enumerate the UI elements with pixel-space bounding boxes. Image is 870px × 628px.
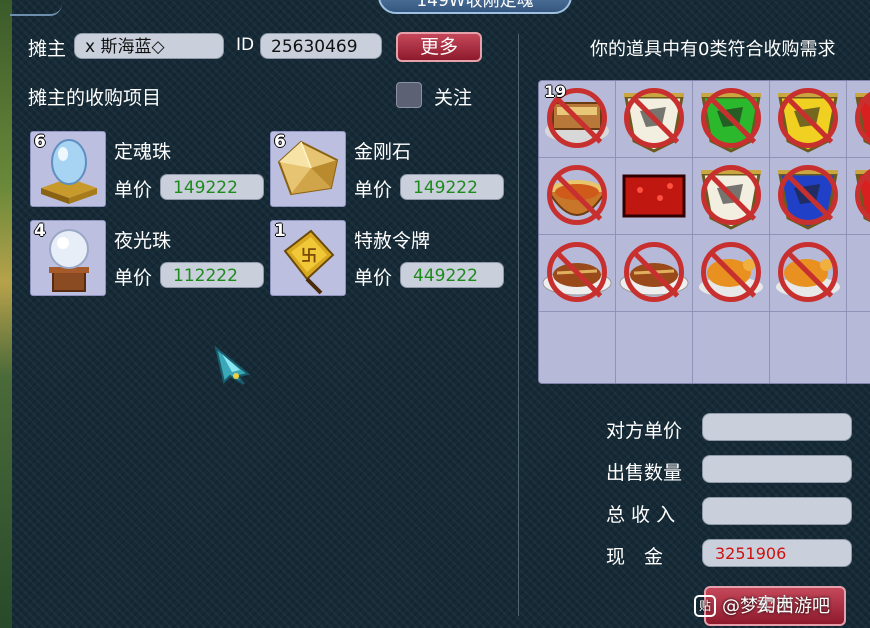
prohibited-icon: [547, 242, 607, 302]
inventory-cell[interactable]: [847, 158, 870, 235]
buy-item-icon-pardon-token[interactable]: 卐 1: [270, 220, 346, 296]
prohibited-icon: [547, 165, 607, 225]
sell-quantity-label: 出售数量: [606, 462, 683, 484]
unit-price-label: 单价: [354, 179, 393, 201]
seller-name-field: x 斯海蓝◇: [74, 33, 224, 59]
item-count: 19: [544, 82, 567, 101]
cash-field: 3251906: [702, 539, 852, 567]
unit-price-value: 449222: [400, 262, 504, 288]
inventory-cell[interactable]: [616, 158, 693, 235]
sell-quantity-field[interactable]: [702, 455, 852, 483]
buy-item-name: 夜光珠: [114, 230, 172, 252]
svg-text:卐: 卐: [301, 246, 317, 265]
inventory-cell[interactable]: [847, 312, 870, 383]
inventory-cell[interactable]: [693, 312, 770, 383]
inventory-cell[interactable]: [770, 81, 847, 158]
follow-label: 关注: [434, 87, 473, 109]
tieba-logo-icon: 贴: [694, 595, 716, 617]
inventory-cell[interactable]: [539, 235, 616, 312]
inventory-cell[interactable]: [616, 312, 693, 383]
prohibited-icon: [778, 88, 838, 148]
prohibited-icon: [624, 242, 684, 302]
window-title: 149W收刚定魂: [378, 0, 572, 14]
panel-divider: [518, 34, 519, 616]
inventory-cell[interactable]: [770, 312, 847, 383]
item-count: 6: [34, 132, 46, 152]
seller-label: 摊主: [28, 38, 67, 60]
unit-price-label: 单价: [354, 267, 393, 289]
inventory-cell[interactable]: [616, 235, 693, 312]
inventory-cell[interactable]: 19: [539, 81, 616, 158]
buy-item-name: 特赦令牌: [354, 230, 431, 252]
seller-id-field: 25630469: [260, 33, 382, 59]
prohibited-icon: [701, 242, 761, 302]
cash-label: 现 金: [606, 546, 664, 568]
prohibited-icon: [701, 88, 761, 148]
item-count: 4: [34, 221, 46, 241]
follow-checkbox[interactable]: [396, 82, 422, 108]
total-income-field: [702, 497, 852, 525]
background-scene-edge: [0, 0, 12, 628]
inventory-cell[interactable]: [616, 81, 693, 158]
window-corner-ornament: [10, 0, 62, 16]
inventory-cell[interactable]: [693, 158, 770, 235]
inventory-match-message: 你的道具中有0类符合收购需求: [590, 39, 836, 60]
red-brick-icon: [622, 174, 686, 218]
watermark-text: @梦幻西游吧: [722, 596, 830, 617]
inventory-cell[interactable]: [847, 81, 870, 158]
unit-price-value: 149222: [400, 174, 504, 200]
prohibited-icon: [701, 165, 761, 225]
inventory-cell[interactable]: [539, 312, 616, 383]
buy-item-icon-night-pearl[interactable]: 4: [30, 220, 106, 296]
buy-item-name: 定魂珠: [114, 141, 172, 163]
prohibited-icon: [778, 242, 838, 302]
game-cursor-icon: [214, 346, 251, 385]
item-count: 1: [274, 221, 286, 241]
inventory-cell[interactable]: [847, 235, 870, 312]
inventory-grid: 19: [538, 80, 870, 384]
inventory-cell[interactable]: [539, 158, 616, 235]
unit-price-label: 单价: [114, 179, 153, 201]
id-label: ID: [236, 35, 255, 55]
item-count: 6: [274, 132, 286, 152]
counter-unit-price-label: 对方单价: [606, 420, 683, 442]
prohibited-icon: [778, 165, 838, 225]
inventory-cell[interactable]: [693, 235, 770, 312]
prohibited-icon: [624, 88, 684, 148]
inventory-cell[interactable]: [770, 158, 847, 235]
more-button[interactable]: 更多: [396, 32, 482, 62]
trade-window: 149W收刚定魂 摊主 x 斯海蓝◇ ID 25630469 更多 摊主的收购项…: [0, 0, 870, 628]
watermark: 贴 @梦幻西游吧: [694, 592, 830, 618]
unit-price-label: 单价: [114, 267, 153, 289]
counter-unit-price-field: [702, 413, 852, 441]
unit-price-value: 149222: [160, 174, 264, 200]
buy-item-icon-diamond-stone[interactable]: 6: [270, 131, 346, 207]
inventory-cell[interactable]: [770, 235, 847, 312]
inventory-cell[interactable]: [693, 81, 770, 158]
buy-item-name: 金刚石: [354, 141, 412, 163]
total-income-label: 总 收 入: [606, 504, 676, 526]
unit-price-value: 112222: [160, 262, 264, 288]
buy-item-icon-soul-orb[interactable]: 6: [30, 131, 106, 207]
buy-list-title: 摊主的收购项目: [28, 87, 162, 109]
